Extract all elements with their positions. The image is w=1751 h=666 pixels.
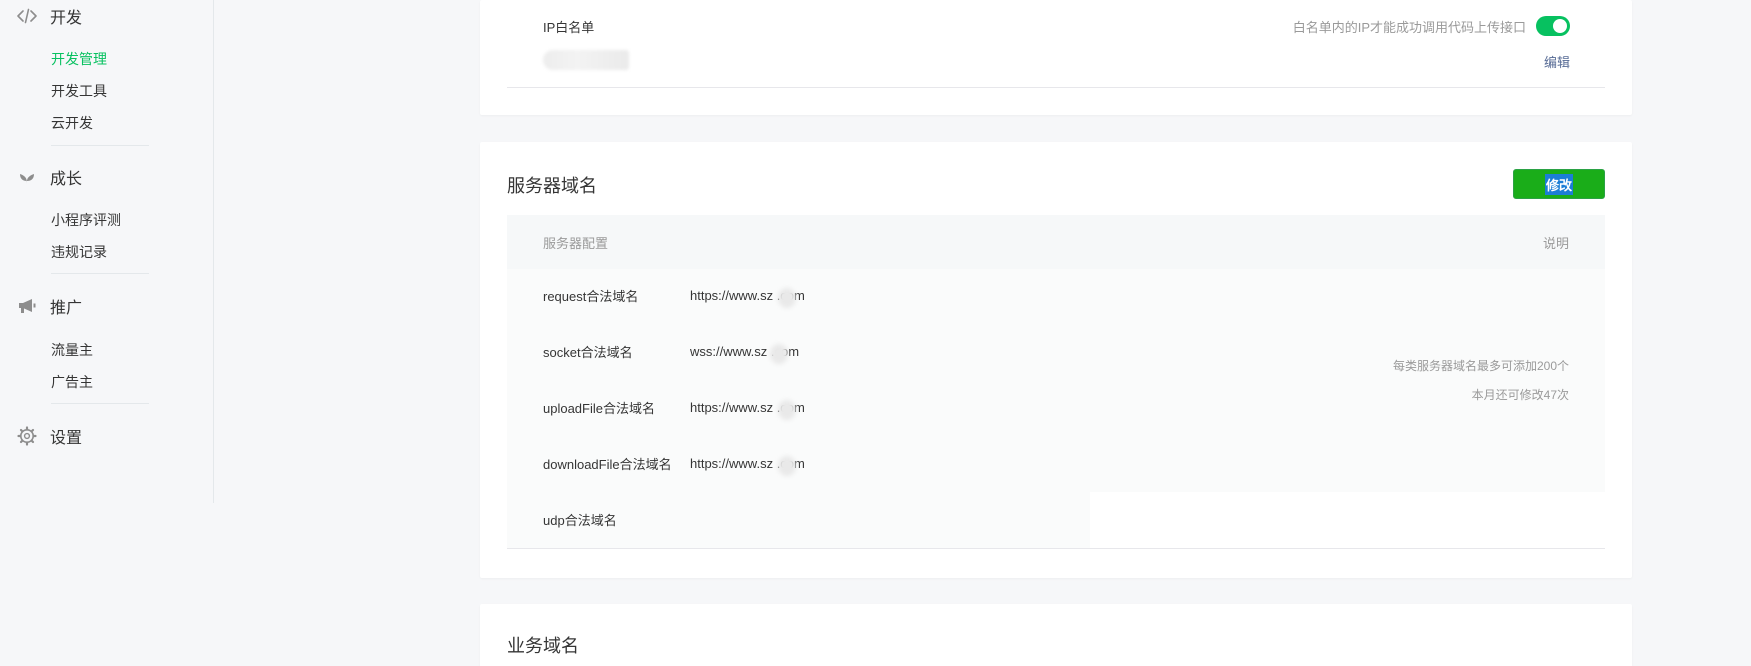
code-icon — [16, 5, 38, 27]
table-row: downloadFile合法域名 https://www.sz .com — [543, 453, 805, 476]
modify-quota-note: 本月还可修改47次 — [1471, 388, 1569, 402]
domain-value: https://www.sz .com — [690, 455, 805, 476]
table-header: 服务器配置 说明 — [507, 215, 1605, 269]
sidebar-item-traffic-owner[interactable]: 流量主 — [51, 341, 93, 359]
sidebar-group-promo[interactable]: 推广 — [16, 294, 82, 318]
domain-value: wss://www.sz .com — [690, 343, 799, 364]
whitelist-edit-link[interactable]: 编辑 — [1544, 52, 1570, 71]
sidebar-item-violations[interactable]: 违规记录 — [51, 243, 107, 261]
divider — [507, 548, 1605, 549]
ip-whitelist-label: IP白名单 — [543, 20, 595, 35]
sidebar-divider — [51, 273, 149, 274]
table-row: uploadFile合法域名 https://www.sz .com — [543, 397, 805, 420]
domain-type: downloadFile合法域名 — [543, 456, 672, 472]
table-row: udp合法域名 — [543, 509, 690, 529]
sidebar-item-cloud-dev[interactable]: 云开发 — [51, 114, 93, 132]
sidebar-group-label: 推广 — [50, 300, 83, 317]
column-header-config: 服务器配置 — [543, 235, 609, 251]
sidebar: 开发 开发管理 开发工具 云开发 成长 小程序评测 违规记录 推广 流量主 广告… — [0, 0, 214, 503]
table-row: socket合法域名 wss://www.sz .com — [543, 341, 799, 364]
whitelist-tip: 白名单内的IP才能成功调用代码上传接口 — [1292, 20, 1526, 35]
sidebar-group-dev[interactable]: 开发 — [16, 4, 82, 28]
divider — [507, 87, 1605, 88]
sidebar-group-growth[interactable]: 成长 — [16, 165, 82, 189]
domain-limit-note: 每类服务器域名最多可添加200个 — [1392, 359, 1569, 373]
sidebar-divider — [51, 145, 149, 146]
sidebar-divider — [51, 403, 149, 404]
server-domain-card: 服务器域名 修改 服务器配置 说明 request合法域名 https://ww… — [480, 142, 1632, 578]
domain-value: https://www.sz .com — [690, 287, 805, 308]
domain-type: request合法域名 — [543, 288, 639, 304]
sidebar-group-settings[interactable]: 设置 — [16, 424, 82, 448]
sidebar-item-review[interactable]: 小程序评测 — [51, 211, 121, 229]
business-domain-card: 业务域名 — [480, 604, 1632, 666]
ip-whitelist-card: IP白名单 白名单内的IP才能成功调用代码上传接口 编辑 — [480, 0, 1632, 115]
server-config-table: 服务器配置 说明 request合法域名 https://www.sz .com… — [507, 215, 1605, 549]
sprout-icon — [16, 166, 38, 188]
modify-button-label: 修改 — [1544, 173, 1573, 195]
section-title: 业务域名 — [507, 636, 579, 656]
sidebar-item-dev-manage[interactable]: 开发管理 — [51, 50, 107, 68]
sidebar-group-label: 成长 — [50, 171, 83, 188]
sidebar-group-label: 设置 — [50, 430, 83, 447]
sidebar-item-advertiser[interactable]: 广告主 — [51, 373, 93, 391]
modify-button[interactable]: 修改 — [1513, 169, 1605, 199]
gear-icon — [16, 425, 38, 447]
table-row: request合法域名 https://www.sz .com — [543, 285, 805, 308]
domain-value: https://www.sz .com — [690, 399, 805, 420]
domain-type: udp合法域名 — [543, 512, 617, 528]
section-title: 服务器域名 — [507, 176, 597, 196]
sidebar-item-dev-tools[interactable]: 开发工具 — [51, 82, 107, 100]
domain-type: uploadFile合法域名 — [543, 400, 655, 416]
megaphone-icon — [16, 295, 38, 317]
domain-type: socket合法域名 — [543, 344, 633, 360]
table-body: request合法域名 https://www.sz .com socket合法… — [507, 269, 1605, 549]
column-header-desc: 说明 — [1542, 235, 1569, 251]
masked-ip-value — [543, 50, 629, 70]
sidebar-group-label: 开发 — [50, 10, 83, 27]
whitelist-toggle[interactable] — [1536, 16, 1570, 36]
